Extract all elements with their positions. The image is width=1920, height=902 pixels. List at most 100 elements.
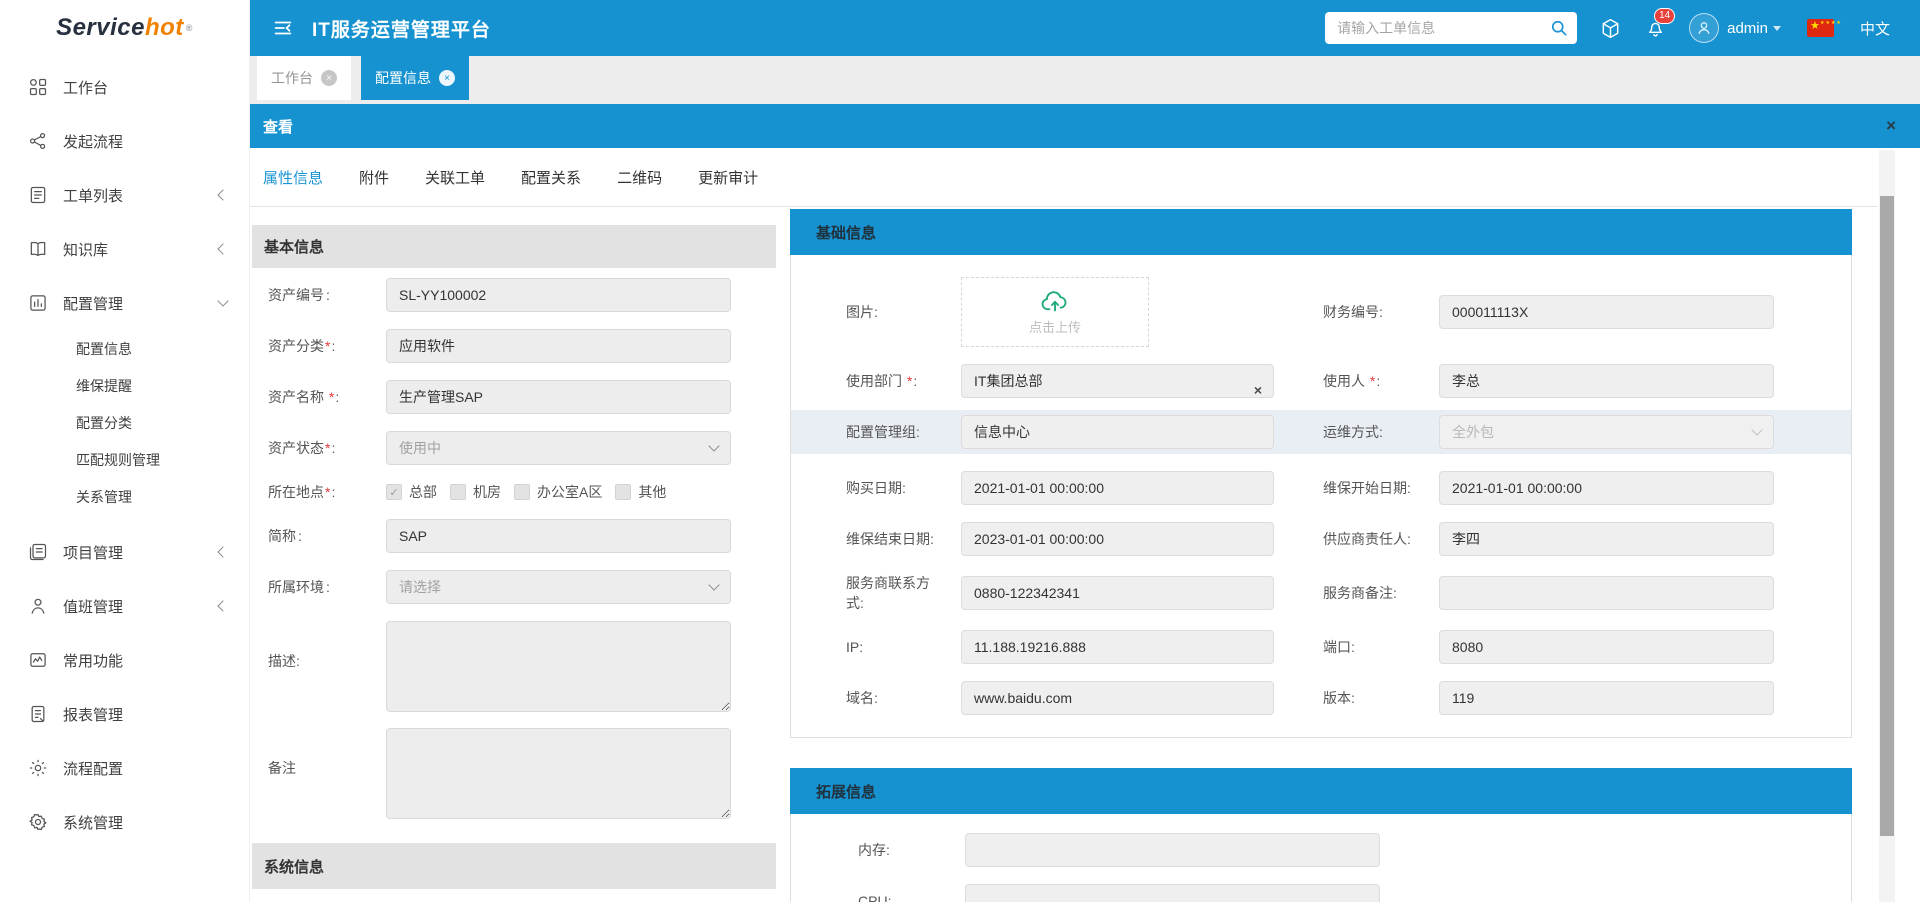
- apps-cube-icon[interactable]: [1599, 17, 1622, 40]
- sidebar-menu: 工作台 发起流程 工单列表 知识库 配置管理: [0, 60, 249, 849]
- field-row-asset-status: 资产状态*: 使用中: [268, 431, 776, 465]
- sidebar-subitem-config-info[interactable]: 配置信息: [0, 330, 249, 367]
- field-label: CPU: [858, 893, 888, 902]
- cfg-group-input[interactable]: [961, 415, 1274, 449]
- gear-icon: [28, 812, 48, 832]
- user-avatar[interactable]: admin: [1689, 13, 1781, 43]
- sidebar-subitem-match-rules[interactable]: 匹配规则管理: [0, 441, 249, 478]
- short-name-input[interactable]: [386, 519, 731, 553]
- cloud-upload-icon: [1040, 288, 1070, 314]
- notification-badge: 14: [1654, 8, 1675, 24]
- remark-textarea[interactable]: [386, 728, 731, 819]
- vertical-scrollbar-thumb[interactable]: [1880, 196, 1894, 836]
- maint-start-input[interactable]: [1439, 471, 1774, 505]
- field-label: 资产编号: [268, 287, 324, 303]
- sidebar-item-process-config[interactable]: 流程配置: [0, 741, 249, 795]
- close-tab-icon[interactable]: ×: [321, 70, 337, 86]
- checkbox-hq[interactable]: ✓: [386, 484, 402, 500]
- asset-name-input[interactable]: [386, 380, 731, 414]
- view-title: 查看: [263, 116, 293, 137]
- view-title-bar: 查看 ×: [250, 104, 1920, 148]
- buy-date-input[interactable]: [961, 471, 1274, 505]
- chevron-left-icon: [217, 243, 228, 254]
- field-label: 所在地点: [268, 484, 324, 500]
- domain-input[interactable]: [961, 681, 1274, 715]
- memory-input[interactable]: [965, 833, 1380, 867]
- sidebar-subitem-maintenance-reminder[interactable]: 维保提醒: [0, 367, 249, 404]
- sp-contact-input[interactable]: [961, 576, 1274, 610]
- brand-logo: Servicehot®: [0, 0, 249, 56]
- field-label: 资产分类: [268, 338, 324, 354]
- version-input[interactable]: [1439, 681, 1774, 715]
- tab-attachments[interactable]: 附件: [359, 167, 389, 206]
- field-row-domain-version: 域名: 版本:: [846, 681, 1851, 715]
- finance-no-input[interactable]: [1439, 295, 1774, 329]
- tab-workbench[interactable]: 工作台 ×: [257, 56, 351, 100]
- field-label: 域名: [846, 690, 874, 706]
- port-input[interactable]: [1439, 630, 1774, 664]
- basic-info-form: 资产编号: 资产分类*: 资产名称 *: 资产状态*: 使用中 所在地点*: ✓…: [252, 268, 776, 819]
- brand-logo-text: Service: [56, 14, 145, 42]
- sidebar-item-system-management[interactable]: 系统管理: [0, 795, 249, 849]
- sidebar-item-workbench[interactable]: 工作台: [0, 60, 249, 114]
- tab-config-relations[interactable]: 配置关系: [521, 167, 581, 206]
- tab-attribute-info[interactable]: 属性信息: [263, 167, 323, 206]
- location-checkbox-group: ✓ 总部 机房 办公室A区 其他: [386, 482, 679, 502]
- search-input[interactable]: [1337, 20, 1549, 36]
- sidebar-item-duty-management[interactable]: 值班管理: [0, 579, 249, 633]
- sp-remark-input[interactable]: [1439, 576, 1774, 610]
- image-upload-button[interactable]: 点击上传: [961, 277, 1149, 347]
- user-input[interactable]: [1439, 364, 1774, 398]
- field-label: 资产名称: [268, 389, 328, 405]
- environment-select[interactable]: 请选择: [386, 570, 731, 604]
- checkbox-other[interactable]: [615, 484, 631, 500]
- field-label: 简称: [268, 528, 296, 544]
- ops-mode-select[interactable]: 全外包: [1439, 415, 1774, 449]
- field-label: 购买日期: [846, 480, 902, 496]
- menu-toggle-icon[interactable]: [272, 17, 294, 39]
- field-label: 服务商联系方式: [846, 575, 930, 611]
- top-header: IT服务运营管理平台 14 admin ★ ★★★★ 中文: [250, 0, 1920, 56]
- document-tab-bar: 工作台 × 配置信息 ×: [250, 56, 1920, 104]
- cpu-input[interactable]: [965, 884, 1380, 902]
- process-gear-icon: [28, 758, 48, 778]
- field-row-group-mode: 配置管理组: 运维方式: 全外包: [791, 410, 1851, 454]
- asset-class-input[interactable]: [386, 329, 731, 363]
- sidebar-subitem-config-category[interactable]: 配置分类: [0, 404, 249, 441]
- flow-nodes-icon: [28, 131, 48, 151]
- vertical-scrollbar-track[interactable]: [1879, 150, 1895, 902]
- tab-related-tickets[interactable]: 关联工单: [425, 167, 485, 206]
- username-label: admin: [1727, 20, 1768, 37]
- description-textarea[interactable]: [386, 621, 731, 712]
- notification-bell-icon[interactable]: 14: [1644, 17, 1667, 40]
- use-dept-input[interactable]: [961, 364, 1274, 398]
- checkbox-server-room[interactable]: [450, 484, 466, 500]
- maint-end-input[interactable]: [961, 522, 1274, 556]
- sidebar-item-knowledge-base[interactable]: 知识库: [0, 222, 249, 276]
- clear-icon[interactable]: ×: [1254, 381, 1262, 399]
- sidebar-item-project-management[interactable]: 项目管理: [0, 525, 249, 579]
- ip-input[interactable]: [961, 630, 1274, 664]
- asset-status-select[interactable]: 使用中: [386, 431, 731, 465]
- tab-config-info[interactable]: 配置信息 ×: [361, 56, 469, 100]
- close-tab-icon[interactable]: ×: [439, 70, 455, 86]
- sidebar-item-report-management[interactable]: 报表管理: [0, 687, 249, 741]
- tab-update-audit[interactable]: 更新审计: [698, 167, 758, 206]
- field-label: 维保结束日期: [846, 531, 930, 547]
- sidebar-item-start-process[interactable]: 发起流程: [0, 114, 249, 168]
- close-view-icon[interactable]: ×: [1886, 116, 1896, 136]
- language-switch[interactable]: 中文: [1860, 18, 1890, 39]
- sidebar-item-common-functions[interactable]: 常用功能: [0, 633, 249, 687]
- system-info-header: 系统信息: [252, 843, 776, 889]
- sidebar-subitem-relation-management[interactable]: 关系管理: [0, 478, 249, 515]
- checkbox-office-a[interactable]: [514, 484, 530, 500]
- field-label: 配置管理组: [846, 424, 916, 440]
- asset-no-input[interactable]: [386, 278, 731, 312]
- search-box: [1325, 12, 1577, 44]
- search-icon[interactable]: [1549, 18, 1569, 38]
- supplier-input[interactable]: [1439, 522, 1774, 556]
- sidebar-item-config-management[interactable]: 配置管理: [0, 276, 249, 330]
- tab-qr-code[interactable]: 二维码: [617, 167, 662, 206]
- china-flag-icon[interactable]: ★ ★★★★: [1807, 19, 1834, 37]
- sidebar-item-ticket-list[interactable]: 工单列表: [0, 168, 249, 222]
